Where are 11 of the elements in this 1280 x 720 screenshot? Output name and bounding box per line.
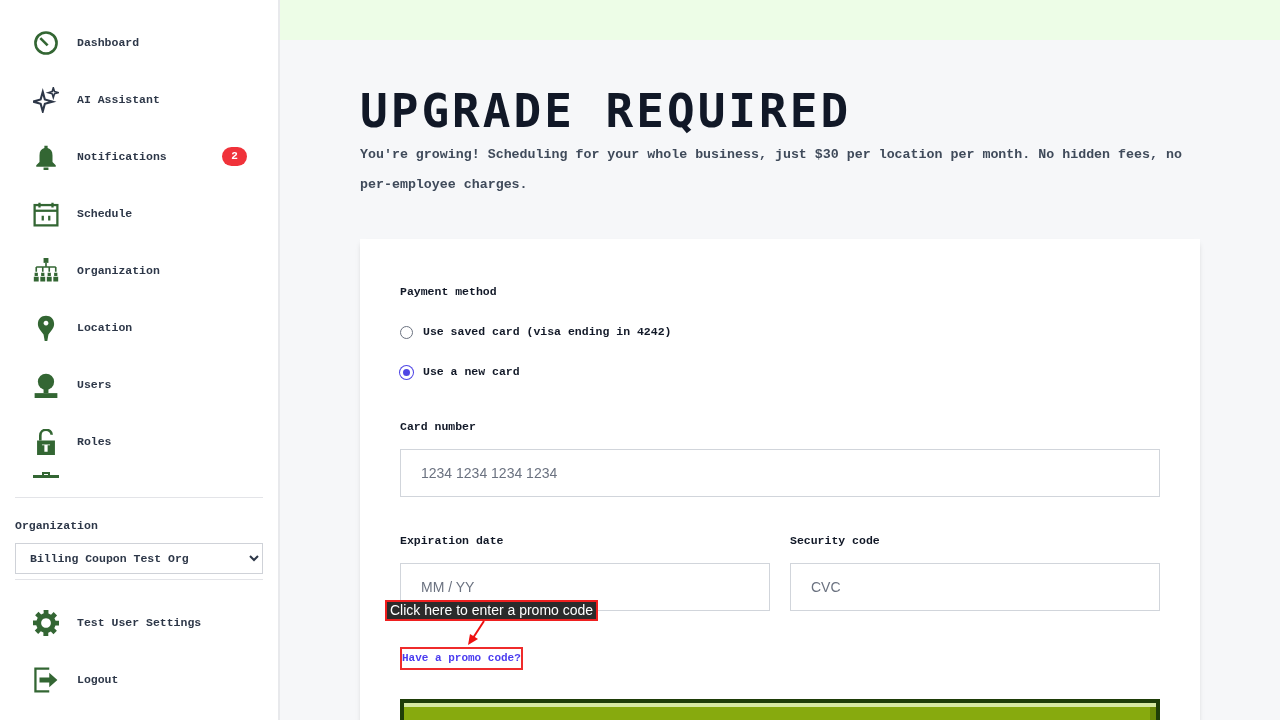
field-label: Expiration date (400, 533, 504, 549)
option-label: Use saved card (visa ending in 4242) (423, 324, 672, 341)
option-label: Use a new card (423, 364, 520, 381)
description-text: You're growing! Scheduling for your whole business, just $30 per location per month. No hidden fees, no per-employee charges. (360, 146, 1183, 194)
field-label: Security code (790, 533, 880, 549)
field-label: Card number (400, 419, 476, 435)
tooltip: Click here to enter a promo code (385, 600, 599, 621)
notification-count: 2 (222, 147, 247, 166)
organization-label: Organization (15, 518, 99, 534)
page-title: UPGRADE REQUIRED (360, 88, 852, 134)
field-label: Payment method (400, 284, 497, 300)
